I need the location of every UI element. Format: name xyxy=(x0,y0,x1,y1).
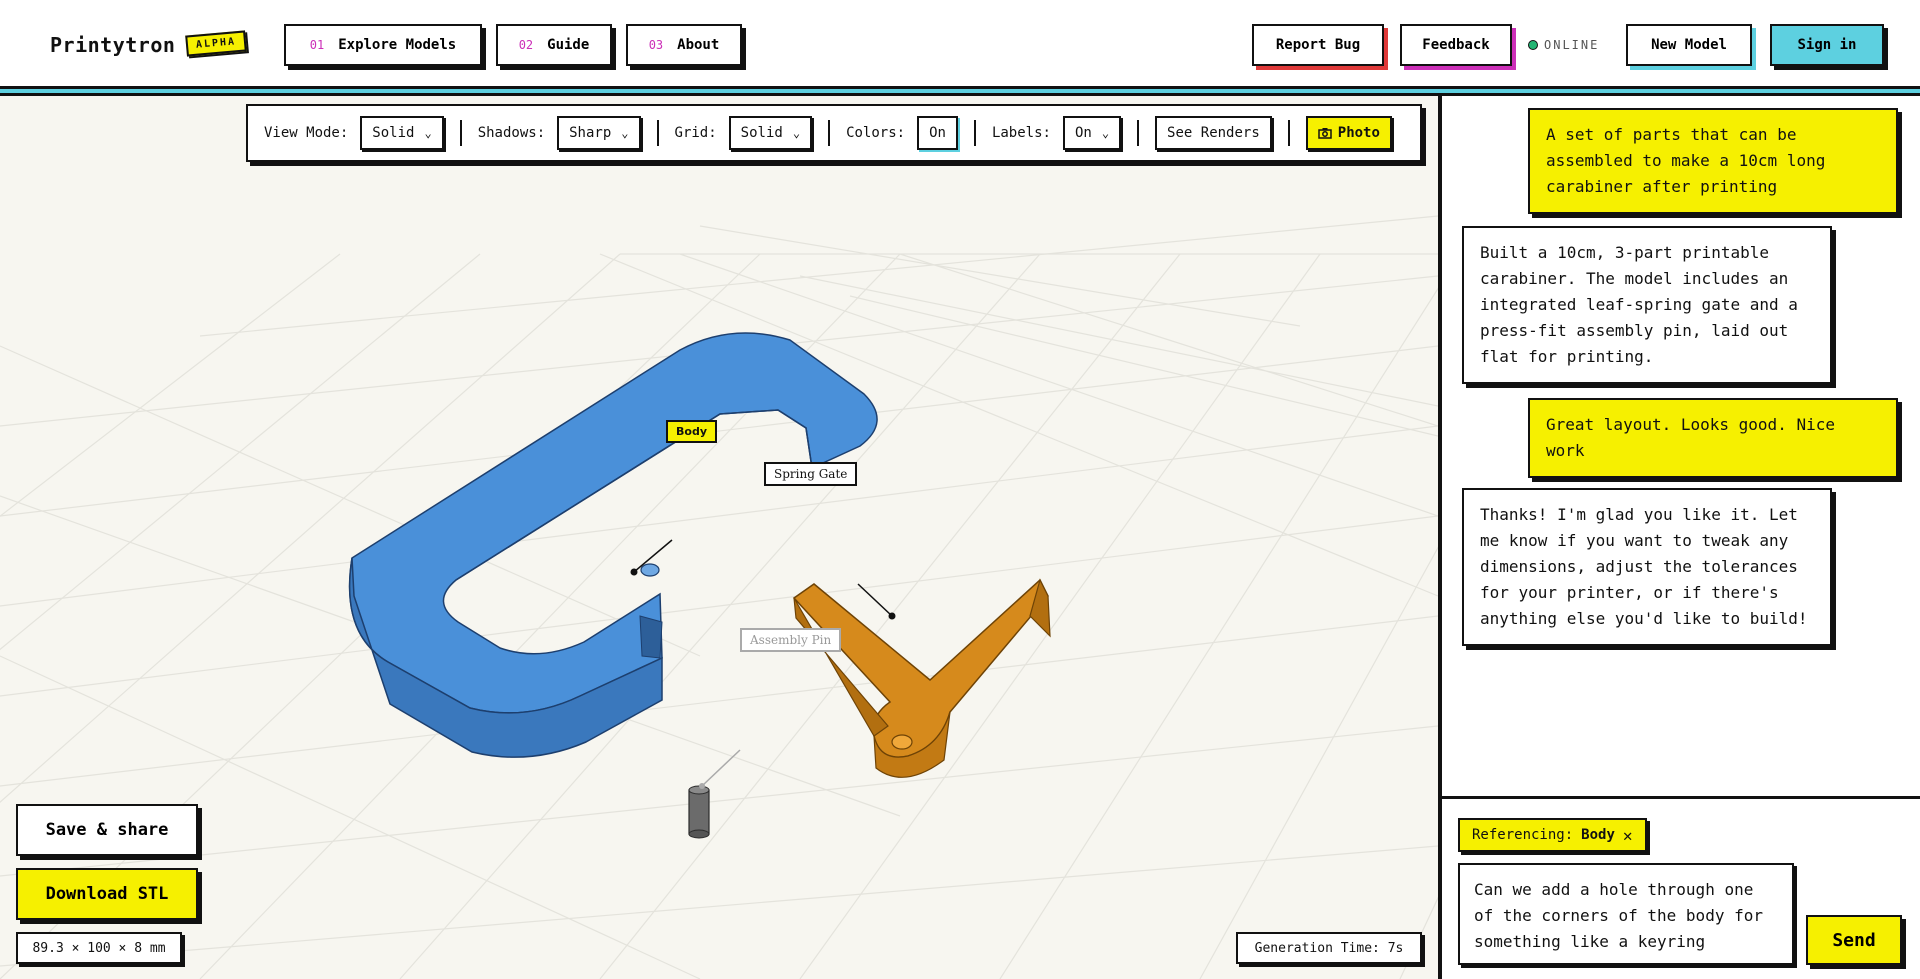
chevron-down-icon: ⌄ xyxy=(424,126,432,140)
toolbar-separator xyxy=(656,120,659,146)
grid-select[interactable]: Solid ⌄ xyxy=(728,116,813,150)
app-header: Printytron ALPHA 01 Explore Models 02 Gu… xyxy=(0,0,1920,86)
label-spring-gate[interactable]: Spring Gate xyxy=(764,462,858,486)
photo-button[interactable]: Photo xyxy=(1305,116,1392,150)
labels-label: Labels: xyxy=(991,125,1051,141)
shadows-select[interactable]: Sharp ⌄ xyxy=(557,116,641,150)
view-mode-select[interactable]: Solid ⌄ xyxy=(360,116,444,150)
toolbar-separator xyxy=(828,120,831,146)
grid-value: Solid xyxy=(740,125,783,141)
feedback-button[interactable]: Feedback xyxy=(1400,24,1512,66)
scene-canvas[interactable] xyxy=(0,96,1438,979)
nav-number: 03 xyxy=(648,38,664,52)
shadows-value: Sharp xyxy=(569,125,612,141)
app-logo[interactable]: Printytron xyxy=(50,33,175,57)
generation-time: Generation Time: 7s xyxy=(1236,932,1422,964)
chevron-down-icon: ⌄ xyxy=(792,126,801,140)
body-part[interactable] xyxy=(348,332,878,758)
report-bug-button[interactable]: Report Bug xyxy=(1252,24,1384,66)
ground-grid xyxy=(0,215,1438,979)
toolbar-separator xyxy=(459,120,462,146)
status-dot-icon xyxy=(1528,40,1538,50)
label-assembly-pin[interactable]: Assembly Pin xyxy=(740,628,842,652)
shadows-label: Shadows: xyxy=(477,125,546,141)
download-stl-button[interactable]: Download STL xyxy=(16,868,198,920)
view-mode-label: View Mode: xyxy=(264,125,349,141)
model-dimensions: 89.3 × 100 × 8 mm xyxy=(16,932,182,964)
chat-message-user: A set of parts that can be assembled to … xyxy=(1528,108,1898,214)
labels-select[interactable]: On ⌄ xyxy=(1062,116,1122,150)
chat-message-assistant: Thanks! I'm glad you like it. Let me kno… xyxy=(1462,488,1832,646)
close-icon[interactable]: ✕ xyxy=(1623,826,1633,845)
alpha-badge: ALPHA xyxy=(185,30,247,57)
nav-number: 02 xyxy=(518,38,534,52)
status-text: ONLINE xyxy=(1544,38,1600,52)
send-button[interactable]: Send xyxy=(1806,915,1902,965)
reference-label: Referencing: xyxy=(1472,827,1574,843)
nav-explore-models[interactable]: 01 Explore Models xyxy=(284,24,482,66)
nav-label: Guide xyxy=(547,37,590,53)
view-toolbar: View Mode: Solid ⌄ Shadows: Sharp ⌄ Grid: … xyxy=(246,104,1422,162)
reference-value: Body xyxy=(1581,827,1615,843)
toolbar-separator xyxy=(1287,120,1290,146)
spring-gate-part[interactable] xyxy=(792,578,1051,778)
new-model-button[interactable]: New Model xyxy=(1626,24,1752,66)
save-share-button[interactable]: Save & share xyxy=(16,804,198,856)
nav-label: Explore Models xyxy=(338,37,457,53)
label-body[interactable]: Body xyxy=(666,420,717,443)
grid-label: Grid: xyxy=(674,125,717,141)
model-viewport[interactable]: Body Spring Gate Assembly Pin xyxy=(0,96,1438,979)
assembly-pin-part[interactable] xyxy=(688,785,710,839)
reference-chip: Referencing: Body ✕ xyxy=(1458,818,1647,852)
header-divider xyxy=(0,86,1920,96)
photo-label: Photo xyxy=(1337,125,1380,141)
nav-guide[interactable]: 02 Guide xyxy=(496,24,612,66)
toolbar-separator xyxy=(1137,120,1140,146)
chevron-down-icon: ⌄ xyxy=(621,126,629,140)
chevron-down-icon: ⌄ xyxy=(1101,126,1110,140)
see-renders-button[interactable]: See Renders xyxy=(1155,116,1272,150)
sign-in-button[interactable]: Sign in xyxy=(1770,24,1884,66)
chat-input[interactable]: Can we add a hole through one of the cor… xyxy=(1458,863,1794,965)
colors-label: Colors: xyxy=(846,125,906,141)
toolbar-separator xyxy=(973,120,976,146)
nav-about[interactable]: 03 About xyxy=(626,24,742,66)
chat-message-assistant: Built a 10cm, 3-part printable carabiner… xyxy=(1462,226,1832,384)
camera-icon xyxy=(1318,128,1332,139)
nav-label: About xyxy=(677,37,720,53)
view-mode-value: Solid xyxy=(372,125,415,141)
colors-toggle[interactable]: On xyxy=(917,116,958,150)
nav-number: 01 xyxy=(309,38,325,52)
chat-message-user: Great layout. Looks good. Nice work xyxy=(1528,398,1898,478)
composer-divider xyxy=(1442,796,1920,799)
labels-value: On xyxy=(1074,125,1092,141)
online-status: ONLINE xyxy=(1528,38,1599,52)
